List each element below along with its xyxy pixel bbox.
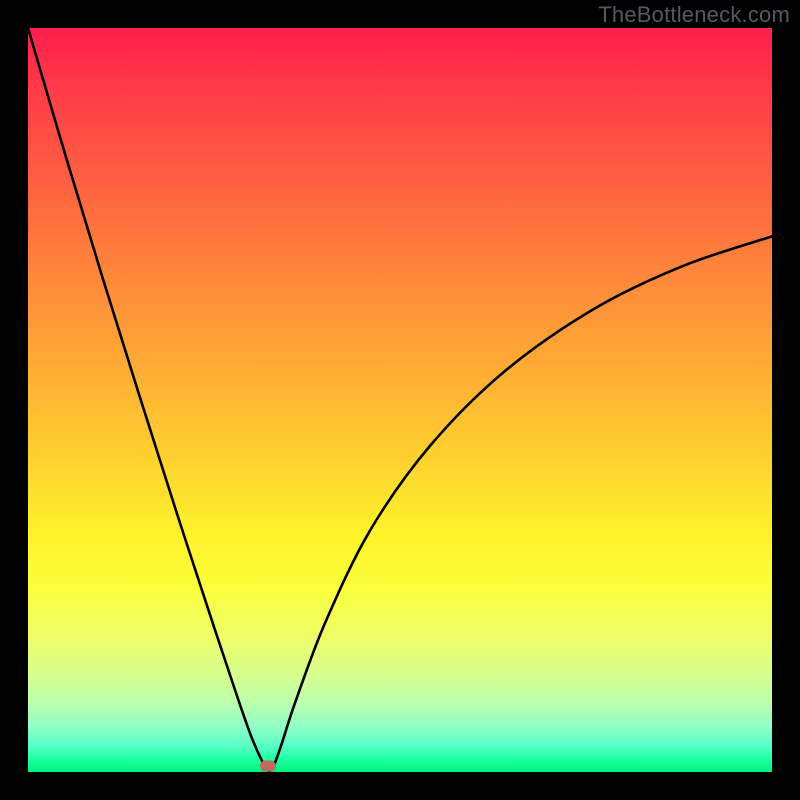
chart-frame: TheBottleneck.com	[0, 0, 800, 800]
optimal-point-marker	[260, 761, 276, 772]
plot-area	[28, 28, 772, 772]
curve-svg	[28, 28, 772, 772]
bottleneck-curve	[28, 28, 772, 771]
watermark-text: TheBottleneck.com	[598, 2, 790, 28]
